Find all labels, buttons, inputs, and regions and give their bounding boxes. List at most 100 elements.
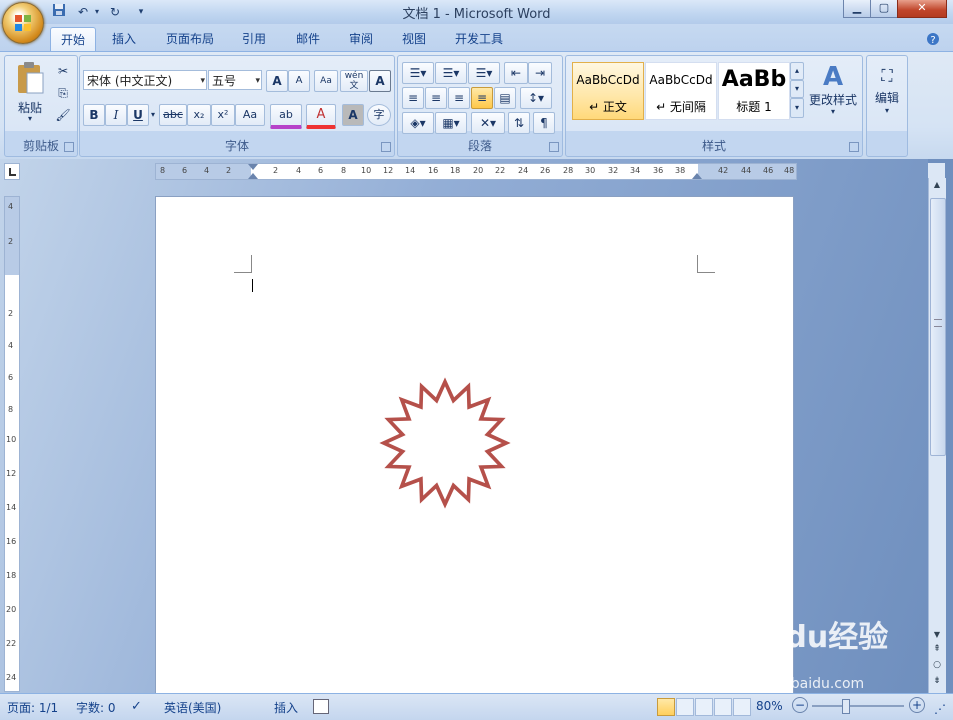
zoom-slider-track[interactable]: [812, 705, 904, 707]
styles-launcher-icon[interactable]: [849, 142, 859, 152]
zoom-out-icon[interactable]: −: [792, 697, 808, 713]
align-right-icon[interactable]: ≡: [448, 87, 470, 109]
styles-scroll-down-icon[interactable]: ▾: [790, 80, 804, 98]
document-page[interactable]: [155, 196, 794, 695]
font-name-select[interactable]: 宋体 (中文正文) ▾: [83, 70, 207, 90]
phonetic-guide-button[interactable]: wén 文: [340, 70, 368, 92]
numbering-icon[interactable]: ☰▾: [435, 62, 467, 84]
zoom-slider-thumb[interactable]: [842, 699, 850, 714]
customize-qat-icon[interactable]: ▾: [132, 3, 150, 21]
shading-icon[interactable]: ◈▾: [402, 112, 434, 134]
first-line-indent-marker[interactable]: [248, 164, 258, 170]
tab-review[interactable]: 审阅: [341, 27, 381, 51]
page-count[interactable]: 页面: 1/1: [7, 699, 58, 716]
align-left-icon[interactable]: ≡: [402, 87, 424, 109]
maximize-button[interactable]: ▢: [870, 0, 898, 18]
view-ruler-icon[interactable]: [928, 163, 945, 178]
justify-icon[interactable]: ≡: [471, 87, 493, 109]
strikethrough-button[interactable]: abc: [159, 104, 187, 126]
tab-page-layout[interactable]: 页面布局: [160, 27, 220, 51]
draft-view-icon[interactable]: [733, 698, 751, 716]
vertical-ruler[interactable]: 4 2 2 4 6 8 10 12 14 16 18 20 22 24: [4, 196, 20, 692]
font-launcher-icon[interactable]: [381, 142, 391, 152]
align-center-icon[interactable]: ≡: [425, 87, 447, 109]
macro-record-icon[interactable]: [313, 699, 329, 714]
underline-dropdown-icon[interactable]: ▾: [147, 104, 159, 126]
zoom-in-icon[interactable]: +: [909, 697, 925, 713]
clear-format-icon[interactable]: Aa: [314, 70, 338, 92]
style-heading-1[interactable]: AaBb 标题 1: [718, 62, 790, 120]
italic-button[interactable]: I: [105, 104, 127, 126]
shrink-font-button[interactable]: A: [288, 70, 310, 92]
clipboard-launcher-icon[interactable]: [64, 142, 74, 152]
change-case-button[interactable]: Aa: [235, 104, 265, 126]
tab-view[interactable]: 视图: [394, 27, 434, 51]
horizontal-ruler[interactable]: 8 6 4 2 2 4 6 8 10 12 14 16 18 20 22 24 …: [155, 163, 797, 180]
proofing-icon[interactable]: ✓: [131, 699, 142, 714]
language-indicator[interactable]: 英语(美国): [164, 699, 221, 716]
cut-icon[interactable]: ✂: [51, 60, 75, 82]
superscript-button[interactable]: x²: [211, 104, 235, 126]
resize-grip-icon[interactable]: ⋰: [934, 702, 946, 716]
help-icon[interactable]: ?: [924, 27, 942, 51]
bold-button[interactable]: B: [83, 104, 105, 126]
multilevel-list-icon[interactable]: ☰▾: [468, 62, 500, 84]
tab-references[interactable]: 引用: [234, 27, 274, 51]
close-button[interactable]: ✕: [897, 0, 947, 18]
undo-dropdown-icon[interactable]: ▾: [88, 3, 106, 21]
tab-selector[interactable]: [4, 163, 20, 180]
font-color-button[interactable]: A: [306, 104, 336, 129]
underline-button[interactable]: U: [127, 104, 149, 126]
bullets-icon[interactable]: ☰▾: [402, 62, 434, 84]
format-painter-icon[interactable]: 🖌: [51, 104, 75, 126]
sort-icon[interactable]: ⇅: [508, 112, 530, 134]
select-browse-object-icon[interactable]: ○: [931, 660, 943, 672]
decrease-indent-icon[interactable]: ⇤: [504, 62, 528, 84]
styles-more-icon[interactable]: ▾: [790, 98, 804, 118]
save-icon[interactable]: [50, 3, 68, 21]
copy-icon[interactable]: ⎘: [51, 82, 75, 104]
star-shape[interactable]: [375, 373, 515, 513]
tab-developer[interactable]: 开发工具: [447, 27, 511, 51]
line-spacing-icon[interactable]: ↕▾: [520, 87, 552, 109]
font-size-select[interactable]: 五号 ▾: [208, 70, 262, 90]
highlight-button[interactable]: ab: [270, 104, 302, 129]
subscript-button[interactable]: x₂: [187, 104, 211, 126]
increase-indent-icon[interactable]: ⇥: [528, 62, 552, 84]
word-count[interactable]: 字数: 0: [76, 699, 116, 716]
tab-home[interactable]: 开始: [50, 27, 96, 52]
grow-font-button[interactable]: A: [266, 70, 288, 92]
enclose-char-button[interactable]: 字: [367, 104, 391, 126]
style-normal[interactable]: AaBbCcDd ↵ 正文: [572, 62, 644, 120]
char-border-button[interactable]: A: [369, 70, 391, 92]
hanging-indent-marker[interactable]: [248, 173, 258, 179]
office-button[interactable]: [2, 2, 44, 44]
scroll-down-arrow-icon[interactable]: ▼: [931, 630, 943, 642]
char-shading-button[interactable]: A: [342, 104, 364, 126]
vertical-scrollbar[interactable]: ▲ ▼ ⇞ ○ ⇟: [928, 178, 946, 693]
full-screen-reading-icon[interactable]: [676, 698, 694, 716]
show-marks-icon[interactable]: ¶: [533, 112, 555, 134]
paste-button[interactable]: 粘贴 ▾: [9, 58, 51, 130]
distributed-icon[interactable]: ▤: [494, 87, 516, 109]
styles-scroll-up-icon[interactable]: ▴: [790, 62, 804, 80]
borders-icon[interactable]: ▦▾: [435, 112, 467, 134]
outline-view-icon[interactable]: [714, 698, 732, 716]
tab-insert[interactable]: 插入: [104, 27, 144, 51]
previous-page-icon[interactable]: ⇞: [931, 644, 943, 656]
change-styles-button[interactable]: A 更改样式 ▾: [806, 60, 860, 132]
next-page-icon[interactable]: ⇟: [931, 676, 943, 688]
right-indent-marker[interactable]: [692, 173, 702, 179]
minimize-button[interactable]: ▁: [843, 0, 871, 18]
chinese-layout-icon[interactable]: ✕▾: [471, 112, 505, 134]
editing-button[interactable]: ⛶ 编辑 ▾: [869, 60, 905, 132]
print-layout-view-icon[interactable]: [657, 698, 675, 716]
scroll-up-arrow-icon[interactable]: ▲: [931, 180, 943, 192]
paragraph-launcher-icon[interactable]: [549, 142, 559, 152]
scroll-thumb[interactable]: [930, 198, 946, 456]
style-no-spacing[interactable]: AaBbCcDd ↵ 无间隔: [645, 62, 717, 120]
insert-mode[interactable]: 插入: [274, 699, 298, 716]
zoom-level[interactable]: 80%: [756, 699, 783, 713]
redo-icon[interactable]: ↻: [106, 3, 124, 21]
tab-mailings[interactable]: 邮件: [288, 27, 328, 51]
